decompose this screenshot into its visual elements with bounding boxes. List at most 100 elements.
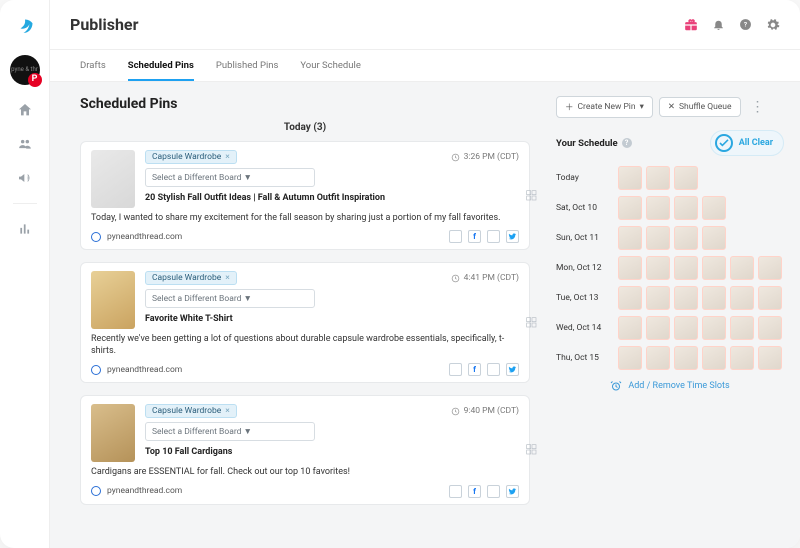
schedule-slot[interactable] — [730, 286, 754, 310]
facebook-icon[interactable]: f — [468, 230, 481, 243]
crosspost-fb-checkbox[interactable] — [449, 363, 462, 376]
schedule-slot[interactable] — [674, 316, 698, 340]
pin-card: Capsule Wardrobe× 9:40 PM (CDT) Select a… — [80, 395, 530, 504]
schedule-slot[interactable] — [646, 196, 670, 220]
bell-icon[interactable] — [712, 18, 725, 32]
main-column: Publisher ? Drafts Scheduled Pins Publis… — [50, 0, 800, 548]
section-heading: Scheduled Pins — [80, 96, 530, 112]
source-favicon-icon — [91, 232, 101, 242]
twitter-icon[interactable] — [506, 230, 519, 243]
nav-home[interactable] — [15, 101, 35, 119]
board-chip-label: Capsule Wardrobe — [152, 273, 221, 283]
nav-insights[interactable] — [15, 220, 35, 238]
help-icon[interactable]: ? — [739, 18, 752, 32]
schedule-slot[interactable] — [702, 256, 726, 280]
drag-handle-icon[interactable] — [524, 440, 540, 460]
board-selector[interactable]: Select a Different Board ▼ — [145, 168, 315, 187]
schedule-row: Mon, Oct 12 — [556, 256, 784, 280]
schedule-slot[interactable] — [674, 166, 698, 190]
schedule-slot[interactable] — [674, 286, 698, 310]
crosspost-tw-checkbox[interactable] — [487, 485, 500, 498]
scheduled-time: 4:41 PM (CDT) — [451, 273, 519, 283]
pin-thumbnail[interactable] — [91, 404, 135, 462]
facebook-icon[interactable]: f — [468, 363, 481, 376]
schedule-slots — [618, 256, 782, 280]
pin-thumbnail[interactable] — [91, 271, 135, 329]
pin-title: Top 10 Fall Cardigans — [145, 447, 519, 457]
pin-description: Today, I wanted to share my excitement f… — [91, 212, 519, 224]
board-chip[interactable]: Capsule Wardrobe× — [145, 404, 237, 418]
nav-campaigns[interactable] — [15, 169, 35, 187]
remove-board-icon[interactable]: × — [225, 406, 230, 416]
schedule-slots — [618, 226, 726, 250]
gear-icon[interactable] — [766, 18, 780, 32]
twitter-icon[interactable] — [506, 485, 519, 498]
schedule-slot[interactable] — [758, 316, 782, 340]
schedule-slot[interactable] — [646, 166, 670, 190]
board-chip[interactable]: Capsule Wardrobe× — [145, 150, 237, 164]
schedule-slot[interactable] — [702, 226, 726, 250]
schedule-slot[interactable] — [646, 316, 670, 340]
drag-handle-icon[interactable] — [524, 186, 540, 206]
schedule-slot[interactable] — [618, 196, 642, 220]
schedule-slot[interactable] — [618, 346, 642, 370]
schedule-slot[interactable] — [730, 316, 754, 340]
crosspost-fb-checkbox[interactable] — [449, 230, 462, 243]
nav-community[interactable] — [15, 135, 35, 153]
schedule-slot[interactable] — [646, 256, 670, 280]
crosspost-fb-checkbox[interactable] — [449, 485, 462, 498]
more-menu-icon[interactable]: ⋮ — [747, 99, 769, 115]
pin-thumbnail[interactable] — [91, 150, 135, 208]
schedule-slots — [618, 196, 726, 220]
schedule-slot[interactable] — [618, 256, 642, 280]
schedule-slot[interactable] — [646, 346, 670, 370]
crosspost-tw-checkbox[interactable] — [487, 230, 500, 243]
remove-board-icon[interactable]: × — [225, 273, 230, 283]
schedule-slot[interactable] — [646, 226, 670, 250]
add-remove-time-slots[interactable]: Add / Remove Time Slots — [556, 380, 784, 392]
twitter-icon[interactable] — [506, 363, 519, 376]
schedule-slot[interactable] — [758, 256, 782, 280]
create-new-pin-button[interactable]: ＋ Create New Pin ▾ — [556, 96, 653, 118]
tab-your-schedule[interactable]: Your Schedule — [300, 60, 360, 81]
source-domain: pyneandthread.com — [107, 486, 182, 496]
schedule-slot[interactable] — [674, 256, 698, 280]
your-schedule-label: Your Schedule ? — [556, 138, 632, 149]
account-avatar[interactable]: pyne & thr P — [10, 55, 40, 85]
source-domain: pyneandthread.com — [107, 365, 182, 375]
schedule-slot[interactable] — [702, 286, 726, 310]
schedule-slot[interactable] — [618, 286, 642, 310]
schedule-slot[interactable] — [730, 346, 754, 370]
board-selector[interactable]: Select a Different Board ▼ — [145, 422, 315, 441]
schedule-slot[interactable] — [674, 226, 698, 250]
schedule-slot[interactable] — [618, 316, 642, 340]
tab-scheduled-pins[interactable]: Scheduled Pins — [128, 60, 194, 81]
gift-icon[interactable] — [684, 18, 698, 32]
schedule-slot[interactable] — [702, 316, 726, 340]
board-chip[interactable]: Capsule Wardrobe × — [145, 271, 237, 285]
schedule-slot[interactable] — [702, 196, 726, 220]
schedule-slot[interactable] — [646, 286, 670, 310]
all-clear-badge[interactable]: All Clear — [710, 130, 784, 156]
crosspost-tw-checkbox[interactable] — [487, 363, 500, 376]
schedule-slot[interactable] — [674, 346, 698, 370]
schedule-slot[interactable] — [758, 346, 782, 370]
schedule-slot[interactable] — [618, 226, 642, 250]
schedule-day-label: Thu, Oct 15 — [556, 353, 610, 363]
shuffle-queue-button[interactable]: ✕ Shuffle Queue — [659, 97, 741, 117]
remove-board-icon[interactable]: × — [225, 152, 230, 162]
source-favicon-icon — [91, 486, 101, 496]
schedule-slot[interactable] — [702, 346, 726, 370]
schedule-day-label: Sat, Oct 10 — [556, 203, 610, 213]
schedule-slot[interactable] — [730, 256, 754, 280]
tab-published-pins[interactable]: Published Pins — [216, 60, 279, 81]
help-tooltip-icon[interactable]: ? — [622, 138, 632, 148]
schedule-slot[interactable] — [674, 196, 698, 220]
drag-handle-icon[interactable] — [524, 313, 540, 333]
board-selector[interactable]: Select a Different Board ▼ — [145, 289, 315, 308]
schedule-slot[interactable] — [618, 166, 642, 190]
tab-drafts[interactable]: Drafts — [80, 60, 106, 81]
brand-logo[interactable] — [16, 18, 34, 39]
schedule-slot[interactable] — [758, 286, 782, 310]
facebook-icon[interactable]: f — [468, 485, 481, 498]
